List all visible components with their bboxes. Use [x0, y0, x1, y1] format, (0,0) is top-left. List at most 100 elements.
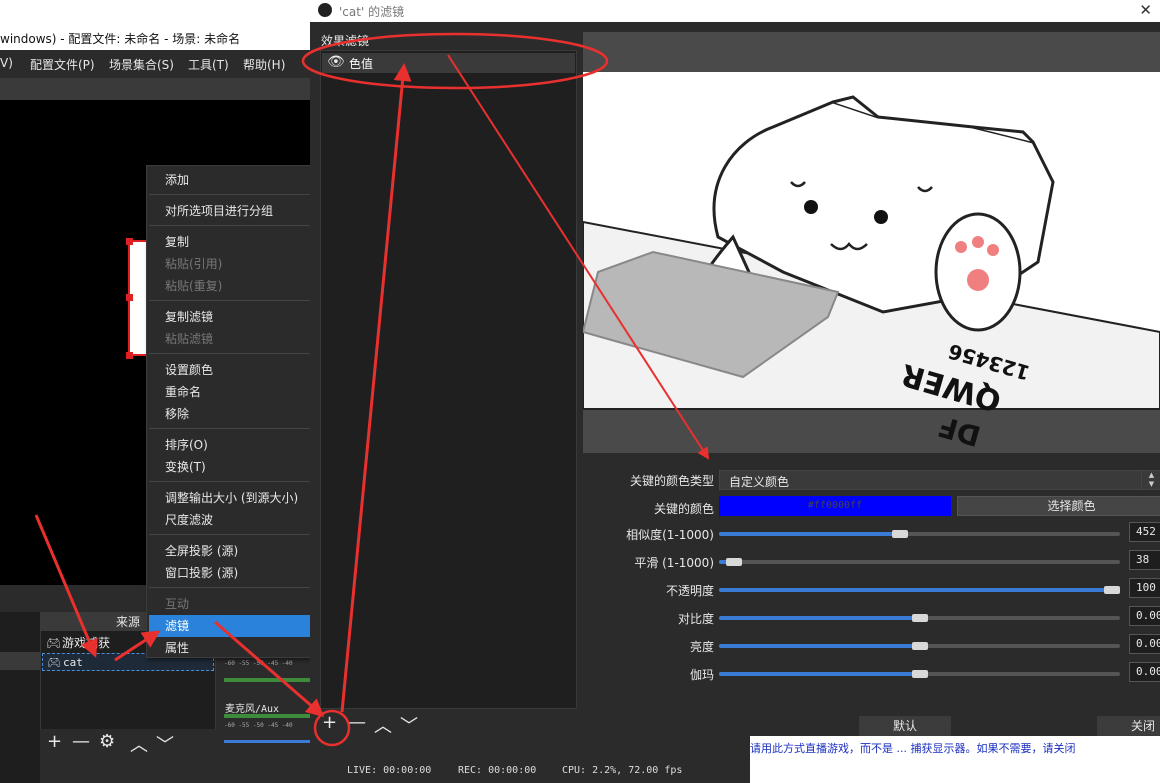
- slider-label: 对比度: [677, 612, 714, 626]
- menu-item-label: 排序(O): [165, 438, 208, 452]
- slider-handle[interactable]: [892, 530, 908, 538]
- menu-item-label: 复制滤镜: [165, 310, 214, 324]
- slider-value-input[interactable]: 0.00▲ ▼: [1129, 634, 1160, 654]
- slider-value: 0.00: [1136, 637, 1160, 650]
- slider-value: 0.00: [1136, 609, 1160, 622]
- effects-filters-label: 效果滤镜: [321, 34, 370, 48]
- slider-handle[interactable]: [1104, 586, 1120, 594]
- gamepad-icon: 🎮︎: [46, 636, 62, 650]
- slider-label: 伽玛: [689, 668, 714, 682]
- mixer-track-label: 麦克风/Aux: [225, 704, 280, 715]
- slider-value-input[interactable]: 0.00▲ ▼: [1129, 662, 1160, 682]
- eye-icon[interactable]: 👁︎: [327, 54, 345, 70]
- remove-source-button[interactable]: —: [72, 731, 90, 752]
- filter-preview: QWER DF 123456: [583, 32, 1160, 453]
- close-icon[interactable]: ✕: [1139, 1, 1152, 19]
- filter-item-color-key[interactable]: 👁︎ 色值: [322, 53, 575, 73]
- remove-filter-button[interactable]: —: [348, 712, 366, 733]
- menu-item-label: 互动: [165, 597, 190, 611]
- main-title-bar: windows) - 配置文件: 未命名 - 场景: 未命名: [0, 0, 310, 50]
- menu-item-label: 窗口投影 (源): [165, 566, 239, 580]
- cat-illustration: QWER DF 123456: [583, 32, 1160, 453]
- key-color-type-value: 自定义颜色: [729, 475, 790, 489]
- close-button[interactable]: 关闭: [1097, 716, 1160, 736]
- resize-handle[interactable]: [126, 352, 133, 359]
- source-properties-button[interactable]: ⚙: [99, 731, 115, 752]
- slider-handle[interactable]: [912, 614, 928, 622]
- gamepad-icon: 🎮︎: [47, 656, 61, 669]
- filters-list: 👁︎ 色值: [320, 50, 577, 709]
- menu-item-label: 属性: [165, 641, 190, 655]
- slider-handle[interactable]: [726, 558, 742, 566]
- obs-logo-icon: [318, 3, 332, 17]
- select-color-button[interactable]: 选择颜色: [957, 496, 1160, 516]
- key-color-type-select[interactable]: 自定义颜色 ▲ ▼: [719, 470, 1160, 490]
- add-filter-button[interactable]: +: [322, 712, 337, 733]
- dialog-title: 'cat' 的滤镜: [339, 5, 405, 19]
- meter-scale: -60 -55 -50 -45 -40: [224, 722, 293, 729]
- menu-item-label: 添加: [165, 173, 190, 187]
- menu-item-label: 粘贴滤镜: [165, 332, 214, 346]
- meter-scale: -60 -55 -50 -45 -40: [224, 660, 293, 667]
- main-window-title: windows) - 配置文件: 未命名 - 场景: 未命名: [0, 32, 241, 46]
- filter-properties: 关键的颜色类型 自定义颜色 ▲ ▼ 关键的颜色 #ff0000ff 选择颜色 相似度(1-1…: [583, 460, 1160, 736]
- slider-track: [719, 560, 1120, 564]
- menu-item-label: 尺度滤波: [165, 513, 214, 527]
- menu-tools[interactable]: 工具(T): [188, 56, 229, 73]
- slider-value-input[interactable]: 0.00▲ ▼: [1129, 606, 1160, 626]
- slider-fill: [719, 616, 920, 620]
- slider-handle[interactable]: [912, 642, 928, 650]
- key-color-type-label: 关键的颜色类型: [629, 474, 714, 488]
- slider-value-input[interactable]: 452▲ ▼: [1129, 522, 1160, 542]
- live-timer: LIVE: 00:00:00: [347, 765, 432, 776]
- slider-label: 不透明度: [665, 584, 714, 598]
- audio-meter: [224, 714, 310, 718]
- menu-view[interactable]: V): [0, 56, 13, 70]
- slider-label: 亮度: [689, 640, 714, 654]
- slider-fill: [719, 588, 1120, 592]
- defaults-button[interactable]: 默认: [859, 716, 951, 736]
- status-bar: LIVE: 00:00:00 REC: 00:00:00 CPU: 2.2%, …: [310, 760, 750, 783]
- resize-handle[interactable]: [126, 238, 133, 245]
- sources-toolbar: + — ⚙ ︿ ﹀: [40, 729, 216, 757]
- key-color-label: 关键的颜色: [653, 502, 714, 516]
- resize-handle[interactable]: [126, 294, 133, 301]
- filters-dialog: 'cat' 的滤镜 ✕ 效果滤镜 👁︎ 色值 + — ︿ ﹀ QWER DF 1…: [310, 0, 1160, 760]
- menu-item-label: 粘贴(引用): [165, 257, 223, 271]
- slider-fill: [719, 532, 900, 536]
- menu-item-label: 复制: [165, 235, 190, 249]
- add-source-button[interactable]: +: [47, 731, 62, 752]
- filter-name: 色值: [349, 57, 374, 71]
- menu-item-label: 全屏投影 (源): [165, 544, 239, 558]
- dialog-title-bar: 'cat' 的滤镜 ✕: [310, 0, 1160, 22]
- key-color-swatch: #ff0000ff: [719, 496, 951, 516]
- slider-fill: [719, 672, 920, 676]
- move-up-button[interactable]: ︿: [130, 731, 148, 757]
- audio-meter: [224, 678, 310, 682]
- source-name: cat: [63, 656, 83, 669]
- menu-scene-collection[interactable]: 场景集合(S): [109, 56, 174, 73]
- menu-item-label: 变换(T): [165, 460, 206, 474]
- slider-value: 38: [1136, 553, 1150, 566]
- slider-value: 100: [1136, 581, 1156, 594]
- menu-profile[interactable]: 配置文件(P): [30, 56, 95, 73]
- chevron-updown-icon: ▲ ▼: [1141, 471, 1160, 489]
- menu-item-label: 调整输出大小 (到源大小): [165, 491, 299, 505]
- slider-value: 452: [1136, 525, 1156, 538]
- slider-value: 0.00: [1136, 665, 1160, 678]
- move-filter-down-button[interactable]: ﹀: [400, 712, 418, 738]
- menu-item-label: 对所选项目进行分组: [165, 204, 274, 218]
- volume-slider[interactable]: [224, 740, 310, 743]
- source-name: 游戏捕获: [62, 636, 111, 650]
- slider-value-input[interactable]: 38▲ ▼: [1129, 550, 1160, 570]
- main-menu-bar: V) 配置文件(P) 场景集合(S) 工具(T) 帮助(H): [0, 50, 310, 78]
- rec-timer: REC: 00:00:00: [458, 765, 537, 776]
- scenes-panel: [0, 612, 40, 783]
- menu-item-label: 移除: [165, 407, 190, 421]
- menu-item-label: 重命名: [165, 385, 202, 399]
- move-filter-up-button[interactable]: ︿: [374, 712, 392, 738]
- move-down-button[interactable]: ﹀: [156, 731, 174, 757]
- menu-help[interactable]: 帮助(H): [243, 56, 285, 73]
- slider-handle[interactable]: [912, 670, 928, 678]
- slider-value-input[interactable]: 100▲ ▼: [1129, 578, 1160, 598]
